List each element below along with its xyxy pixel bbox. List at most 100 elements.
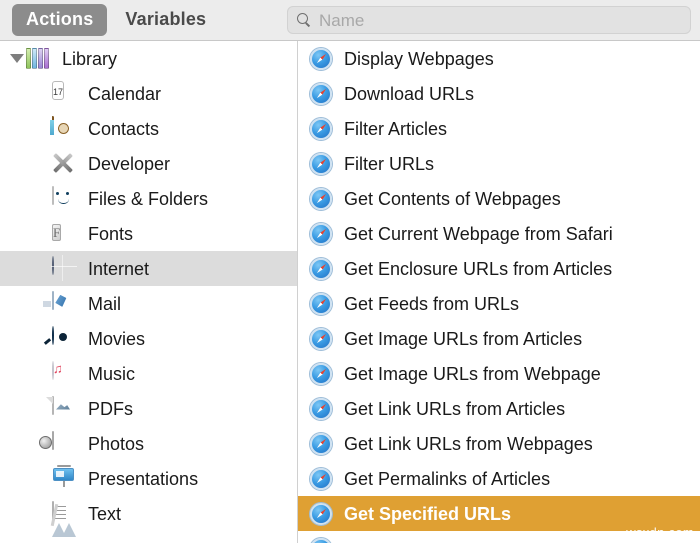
chevron-down-icon [10,54,24,63]
sidebar-item-label: Internet [88,260,149,278]
sidebar-item-files-and-folders[interactable]: Files & Folders [0,181,297,216]
safari-icon [310,433,332,455]
action-label: Display Webpages [344,50,494,68]
action-label: Get Link URLs from Webpages [344,435,593,453]
sidebar-item-pdfs[interactable]: PDFs [0,391,297,426]
safari-icon [310,118,332,140]
actions-list[interactable]: Display Webpages Download URLs Filter Ar… [298,41,700,543]
safari-icon [310,258,332,280]
toolbar: Actions Variables Name [0,0,700,41]
safari-icon [310,153,332,175]
sidebar-item-label: Music [88,365,135,383]
sidebar-item-label: Photos [88,435,144,453]
action-label: Get Current Webpage from Safari [344,225,613,243]
pdf-icon [52,397,76,421]
safari-icon [310,538,332,543]
music-icon [52,362,76,386]
action-label: Get Enclosure URLs from Articles [344,260,612,278]
list-item[interactable]: Get Link URLs from Articles [298,391,700,426]
library-sidebar[interactable]: Library 17 Calendar Contacts [0,41,297,543]
sidebar-item-label: Mail [88,295,121,313]
safari-icon [310,293,332,315]
list-item[interactable]: Get Permalinks of Articles [298,461,700,496]
sidebar-item-label: PDFs [88,400,133,418]
list-item[interactable]: Get Image URLs from Webpage [298,356,700,391]
disclosure-triangle-library[interactable] [8,54,26,63]
developer-icon [52,152,76,176]
list-item[interactable]: Get Current Webpage from Safari [298,216,700,251]
automator-library-window: Actions Variables Name Library [0,0,700,543]
list-item[interactable]: Get Contents of Webpages [298,181,700,216]
sidebar-item-developer[interactable]: Developer [0,146,297,181]
search-icon [296,12,312,28]
safari-icon [310,83,332,105]
action-label: Filter Articles [344,120,447,138]
action-label: Get Permalinks of Articles [344,470,550,488]
sidebar-item-label: Text [88,505,121,523]
action-label: Download URLs [344,85,474,103]
list-item[interactable]: Get Enclosure URLs from Articles [298,251,700,286]
quicktime-icon [52,327,76,351]
sidebar-item-contacts[interactable]: Contacts [0,111,297,146]
safari-icon [310,188,332,210]
sidebar-item-library[interactable]: Library [0,41,297,76]
sidebar-item-mail[interactable]: Mail [0,286,297,321]
fonts-icon: F [52,222,76,246]
action-label: Get Contents of Webpages [344,190,561,208]
calendar-icon: 17 [52,82,76,106]
action-label: Get Specified URLs [344,505,511,523]
sidebar-item-calendar[interactable]: 17 Calendar [0,76,297,111]
safari-icon [310,48,332,70]
content-split: Library 17 Calendar Contacts [0,41,700,543]
photos-icon [52,432,76,456]
list-item[interactable]: Get Feeds from URLs [298,286,700,321]
tab-actions[interactable]: Actions [12,4,107,36]
action-label: Get Link URLs from Articles [344,400,565,418]
sidebar-item-text[interactable]: Text [0,496,297,531]
list-item[interactable]: Display Webpages [298,41,700,76]
safari-icon [310,363,332,385]
sidebar-item-label: Fonts [88,225,133,243]
finder-icon [52,187,76,211]
sidebar-item-music[interactable]: Music [0,356,297,391]
utilities-icon [52,537,76,543]
tab-variables[interactable]: Variables [111,4,220,36]
sidebar-item-label: Calendar [88,85,161,103]
sidebar-item-presentations[interactable]: Presentations [0,461,297,496]
search-field[interactable]: Name [287,6,691,34]
tab-variables-label: Variables [125,9,206,29]
list-item[interactable]: Get Link URLs from Webpages [298,426,700,461]
sidebar-item-label: Contacts [88,120,159,138]
presentation-icon [52,467,76,491]
library-icon [26,47,50,71]
contacts-icon [52,117,76,141]
sidebar-item-partial[interactable] [0,531,297,543]
safari-icon [310,328,332,350]
sidebar-item-movies[interactable]: Movies [0,321,297,356]
sidebar-item-label: Files & Folders [88,190,208,208]
action-label: Get Image URLs from Articles [344,330,582,348]
list-item[interactable]: Download URLs [298,76,700,111]
tab-group: Actions Variables [12,4,220,36]
list-item[interactable]: Filter Articles [298,111,700,146]
watermark: wsxdn.com [626,525,694,540]
action-label: Get Image URLs from Webpage [344,365,601,383]
mail-icon [52,292,76,316]
sidebar-item-photos[interactable]: Photos [0,426,297,461]
sidebar-item-fonts[interactable]: F Fonts [0,216,297,251]
tab-actions-label: Actions [26,9,93,29]
safari-icon [310,223,332,245]
sidebar-item-internet[interactable]: Internet [0,251,297,286]
sidebar-item-label: Library [62,50,117,68]
list-item[interactable]: Get Image URLs from Articles [298,321,700,356]
search-placeholder: Name [319,12,364,29]
globe-icon [52,257,76,281]
sidebar-item-label: Presentations [88,470,198,488]
safari-icon [310,503,332,525]
list-item[interactable]: Filter URLs [298,146,700,181]
action-label: Filter URLs [344,155,434,173]
safari-icon [310,398,332,420]
sidebar-item-label: Movies [88,330,145,348]
sidebar-item-label: Developer [88,155,170,173]
safari-icon [310,468,332,490]
